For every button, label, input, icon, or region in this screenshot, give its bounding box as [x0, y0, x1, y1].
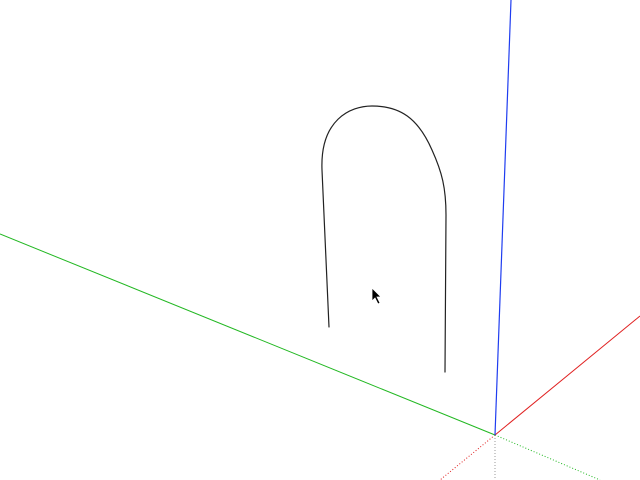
green-axis-negative [494, 434, 601, 480]
blue-axis [494, 0, 512, 436]
arrow-cursor-icon [371, 287, 382, 305]
red-axis-negative [439, 434, 496, 480]
red-axis [494, 315, 640, 436]
modeling-viewport[interactable] [0, 0, 640, 480]
green-axis [0, 233, 496, 436]
scene-canvas[interactable] [0, 0, 640, 480]
arch-curve[interactable] [321, 105, 447, 373]
